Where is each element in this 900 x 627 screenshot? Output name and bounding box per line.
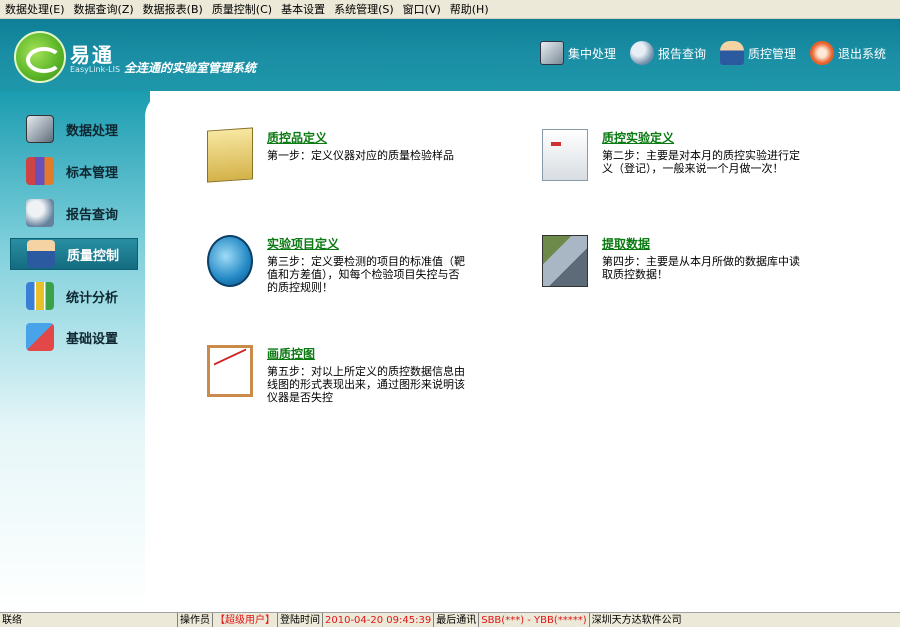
settings-globe-icon[interactable] (207, 235, 253, 287)
tool-central-processing[interactable]: 集中处理 (539, 41, 616, 65)
sidebar-item-report-query[interactable]: 报告查询 (10, 197, 138, 229)
status-login-label: 登陆时间 (278, 612, 323, 627)
menu-item-system-management[interactable]: 系统管理(S) (331, 0, 400, 19)
sidebar-item-label: 基础设置 (66, 331, 119, 347)
sidebar-item-label: 统计分析 (66, 290, 119, 306)
bar-chart-icon (26, 282, 54, 310)
computer-icon (539, 41, 564, 65)
task-draw-qc-chart: 画质控图 第五步：对以上所定义的质控数据信息由线图的形式表现出来，通过图形来说明… (207, 345, 477, 415)
logo-icon (14, 31, 66, 83)
doctor-icon (27, 240, 55, 268)
task-title[interactable]: 提取数据 (602, 235, 650, 252)
sidebar-item-basic-settings[interactable]: 基础设置 (10, 321, 138, 353)
computer-icon (26, 115, 54, 143)
tool-label: 退出系统 (837, 46, 886, 61)
sidebar-item-label: 数据处理 (66, 123, 119, 139)
sidebar-item-statistics[interactable]: 统计分析 (10, 280, 138, 312)
task-qc-experiment-definition: 质控实验定义 第二步：主要是对本月的质控实验进行定义（登记），一般来说一个月做一… (542, 129, 812, 199)
task-description: 第五步：对以上所定义的质控数据信息由线图的形式表现出来，通过图形来说明该仪器是否… (267, 365, 465, 404)
task-title[interactable]: 画质控图 (267, 345, 315, 362)
menu-item-help[interactable]: 帮助(H) (447, 0, 495, 19)
menu-item-data-query[interactable]: 数据查询(Z) (71, 0, 140, 19)
tool-qc-management[interactable]: 质控管理 (719, 41, 796, 65)
menu-item-basic-settings[interactable]: 基本设置 (278, 0, 331, 19)
task-description: 第二步：主要是对本月的质控实验进行定义（登记），一般来说一个月做一次！ (602, 149, 800, 175)
sidebar-item-label: 报告查询 (66, 207, 119, 223)
app-slogan: 全连通的实验室管理系统 (124, 61, 257, 75)
status-comm-value: SBB(***) - YBB(*****) (479, 612, 590, 627)
task-title[interactable]: 实验项目定义 (267, 235, 339, 252)
sidebar-item-specimen-management[interactable]: 标本管理 (10, 155, 138, 187)
tool-label: 报告查询 (657, 46, 706, 61)
task-extract-data: 提取数据 第四步：主要是从本月所做的数据库中读取质控数据！ (542, 235, 812, 305)
sidebar: 数据处理 标本管理 报告查询 质量控制 统计分析 基础设置 (0, 91, 150, 612)
menu-item-data-report[interactable]: 数据报表(B) (140, 0, 209, 19)
menu-item-quality-control[interactable]: 质量控制(C) (209, 0, 278, 19)
magnifier-icon (26, 199, 54, 227)
app-header: 易通 EasyLink-LIS 全连通的实验室管理系统 集中处理 报告查询 质控… (0, 19, 900, 91)
header-toolbar: 集中处理 报告查询 质控管理 退出系统 (526, 41, 886, 65)
menu-item-window[interactable]: 窗口(V) (400, 0, 447, 19)
tool-report-query[interactable]: 报告查询 (629, 41, 706, 65)
test-tubes-icon (26, 157, 54, 185)
doctor-icon (719, 41, 744, 65)
task-description: 第三步：定义要检测的项目的标准值（靶值和方差值），知每个检验项目失控与否的质控规… (267, 255, 465, 294)
task-title[interactable]: 质控实验定义 (602, 129, 674, 146)
task-experiment-item-definition: 实验项目定义 第三步：定义要检测的项目的标准值（靶值和方差值），知每个检验项目失… (207, 235, 477, 305)
brand-subtitle: EasyLink-LIS (70, 65, 121, 74)
status-company: 深圳天方达软件公司 (591, 614, 682, 626)
tool-exit-system[interactable]: 退出系统 (809, 41, 886, 65)
line-chart-icon[interactable] (207, 345, 253, 397)
task-qc-material-definition: 质控品定义 第一步：定义仪器对应的质量检验样品 (207, 127, 477, 199)
note-paper-icon[interactable] (207, 127, 253, 183)
cubes-icon (26, 323, 54, 351)
status-operator-value: 【超级用户】 (213, 612, 278, 627)
status-comm-label: 最后通讯 (434, 612, 480, 627)
status-login-value: 2010-04-20 09:45:39 (323, 612, 435, 627)
exit-icon (809, 41, 834, 65)
sidebar-item-quality-control[interactable]: 质量控制 (10, 238, 138, 270)
brand-name: 易通 (70, 43, 114, 67)
task-title[interactable]: 质控品定义 (267, 129, 327, 146)
task-description: 第四步：主要是从本月所做的数据库中读取质控数据！ (602, 255, 800, 281)
server-icon[interactable] (542, 235, 588, 287)
menu-item-data-processing[interactable]: 数据处理(E) (2, 0, 71, 19)
status-bar: 联络 操作员 【超级用户】 登陆时间 2010-04-20 09:45:39 最… (0, 612, 900, 627)
document-icon[interactable] (542, 129, 588, 181)
status-ready: 联络 (0, 612, 178, 627)
tool-label: 质控管理 (747, 46, 796, 61)
main-content: 质控品定义 第一步：定义仪器对应的质量检验样品 质控实验定义 第二步：主要是对本… (145, 91, 900, 612)
status-operator-label: 操作员 (178, 612, 213, 627)
sidebar-item-data-processing[interactable]: 数据处理 (10, 113, 138, 145)
tool-label: 集中处理 (567, 46, 616, 61)
sidebar-item-label: 质量控制 (67, 248, 120, 264)
sidebar-item-label: 标本管理 (66, 165, 119, 181)
task-description: 第一步：定义仪器对应的质量检验样品 (267, 149, 454, 162)
magnifier-icon (629, 41, 654, 65)
menu-bar: 数据处理(E) 数据查询(Z) 数据报表(B) 质量控制(C) 基本设置 系统管… (0, 0, 900, 19)
